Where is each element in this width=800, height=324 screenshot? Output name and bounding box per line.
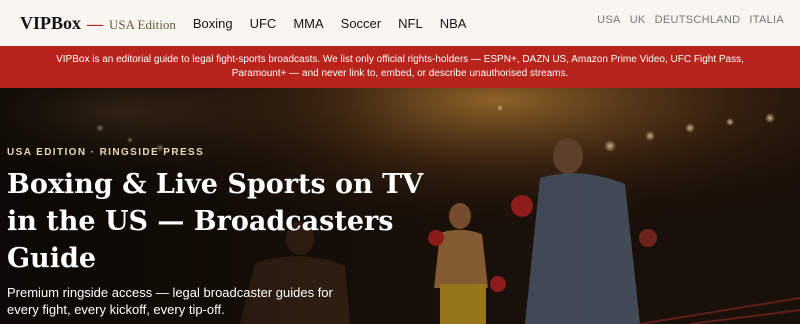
legal-notice-banner: VIPBox is an editorial guide to legal fi… [0,46,800,88]
lang-uk[interactable]: UK [630,14,646,26]
language-switcher: USA UK DEUTSCHLAND ITALIA [588,14,784,26]
nav-item-nfl[interactable]: NFL [398,16,423,31]
hero-section: USA EDITION · RINGSIDE PRESS Boxing & Li… [0,88,800,324]
lang-deutschland[interactable]: DEUTSCHLAND [655,14,741,26]
nav-item-nba[interactable]: NBA [440,16,467,31]
nav-item-soccer[interactable]: Soccer [341,16,381,31]
nav-item-mma[interactable]: MMA [293,16,323,31]
hero-subtitle: Premium ringside access — legal broadcas… [7,285,333,317]
site-header: VIPBox — USA Edition Boxing UFC MMA Socc… [0,0,800,46]
lang-italia[interactable]: ITALIA [749,14,784,26]
main-nav: Boxing UFC MMA Soccer NFL NBA [193,16,484,31]
nav-item-boxing[interactable]: Boxing [193,16,233,31]
legal-notice-text: VIPBox is an editorial guide to legal fi… [56,54,744,79]
brand-edition: USA Edition [109,16,176,32]
nav-item-ufc[interactable]: UFC [250,16,277,31]
brand-logo[interactable]: VIPBox — USA Edition [20,13,176,34]
hero-title: Boxing & Live Sports on TV in the US — B… [7,169,424,274]
brand-name: VIPBox [20,12,82,33]
brand-dash: — [87,15,104,33]
hero-eyebrow: USA EDITION · RINGSIDE PRESS [7,147,205,158]
lang-usa[interactable]: USA [597,14,621,26]
